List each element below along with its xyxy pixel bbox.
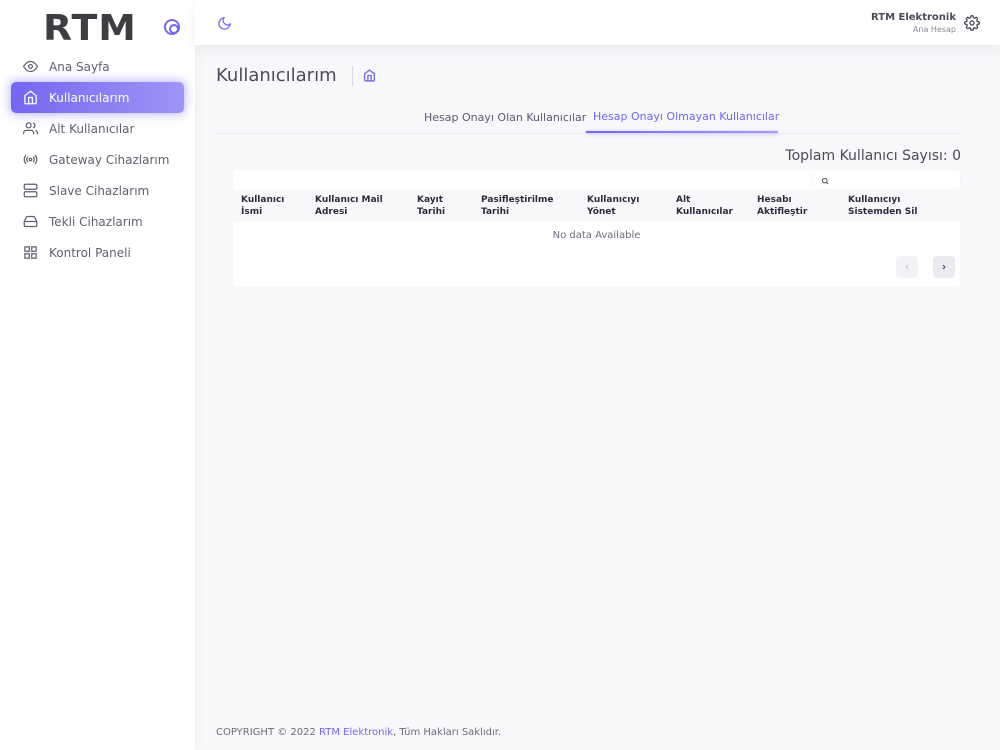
sidebar-nav: Ana Sayfa Kullanıcılarım Alt Kullanıcıla… (11, 51, 184, 268)
search-input[interactable] (812, 172, 960, 189)
footer: COPYRIGHT © 2022 RTM Elektronik, Tüm Hak… (216, 727, 501, 738)
top-navbar: RTM Elektronik Ana Hesap (195, 0, 1000, 45)
tab-unapproved-users[interactable]: Hesap Onayı Olmayan Kullanıcılar (586, 110, 786, 140)
eye-icon (23, 60, 38, 73)
total-user-count: Toplam Kullanıcı Sayısı: 0 (785, 148, 961, 164)
home-icon (24, 90, 37, 105)
sidebar-item-label: Ana Sayfa (49, 59, 110, 74)
pagination-next-button[interactable] (933, 256, 955, 278)
sidebar-item-ana-sayfa[interactable]: Ana Sayfa (11, 51, 184, 82)
active-tab-indicator (586, 131, 778, 133)
column-header[interactable]: Alt Kullanıcılar (676, 194, 741, 218)
column-header[interactable]: Kullanıcıyı Sistemden Sil (848, 194, 956, 218)
footer-brand-link[interactable]: RTM Elektronik (319, 727, 393, 738)
chevron-left-icon (905, 264, 909, 270)
sidebar-item-tekli[interactable]: Tekli Cihazlarım (11, 206, 184, 237)
search-icon (821, 177, 829, 185)
broadcast-icon (23, 154, 38, 165)
sidebar-item-slave[interactable]: Slave Cihazlarım (11, 175, 184, 206)
user-role: Ana Hesap (912, 25, 956, 34)
column-header[interactable]: Kullanıcı Mail Adresi (315, 194, 400, 218)
pagination-prev-button[interactable] (896, 256, 918, 278)
server-icon (23, 183, 38, 198)
brand-logo[interactable]: RTM (43, 8, 137, 49)
sidebar-item-label: Slave Cihazlarım (49, 183, 150, 198)
table-header: Kullanıcı İsmi Kullanıcı Mail Adresi Kay… (233, 190, 960, 222)
column-header[interactable]: Hesabı Aktifleştir (757, 194, 822, 218)
moon-icon[interactable] (217, 16, 232, 31)
sidebar-item-label: Kontrol Paneli (49, 245, 131, 260)
column-header[interactable]: Kullanıcı İsmi (241, 194, 301, 218)
grid-icon (24, 246, 37, 259)
sidebar-item-label: Gateway Cihazlarım (49, 152, 170, 167)
user-tabs: Hesap Onayı Olan Kullanıcılar Hesap Onay… (216, 104, 961, 134)
gear-icon[interactable] (964, 15, 980, 31)
sidebar-toggle-icon[interactable] (164, 19, 180, 35)
sidebar-item-kontrol-paneli[interactable]: Kontrol Paneli (11, 237, 184, 268)
sidebar-item-label: Kullanıcılarım (49, 90, 130, 105)
page-title: Kullanıcılarım (216, 65, 337, 86)
sidebar-item-label: Alt Kullanıcılar (49, 121, 135, 136)
footer-copyright: COPYRIGHT © 2022 (216, 727, 320, 738)
footer-rights: , Tüm Hakları Saklıdır. (393, 727, 502, 738)
sidebar-item-kullanicilarim[interactable]: Kullanıcılarım (11, 82, 184, 113)
chevron-right-icon (942, 264, 946, 270)
users-table: Kullanıcı İsmi Kullanıcı Mail Adresi Kay… (233, 170, 960, 287)
hard-drive-icon (23, 215, 38, 228)
column-header[interactable]: Kayıt Tarihi (417, 194, 462, 218)
column-header[interactable]: Pasifleştirilme Tarihi (481, 194, 566, 218)
sidebar-item-gateway[interactable]: Gateway Cihazlarım (11, 144, 184, 175)
tab-approved-users[interactable]: Hesap Onayı Olan Kullanıcılar (424, 111, 586, 141)
breadcrumb-divider (352, 66, 353, 86)
sidebar: RTM Ana Sayfa Kullanıcılarım Alt Kullanı… (0, 0, 195, 750)
column-header[interactable]: Kullanıcıyı Yönet (587, 194, 652, 218)
empty-state-text: No data Available (552, 230, 641, 241)
users-icon (23, 122, 38, 135)
sidebar-item-label: Tekli Cihazlarım (49, 214, 143, 229)
sidebar-item-alt-kullanicilar[interactable]: Alt Kullanıcılar (11, 113, 184, 144)
breadcrumb-home-icon[interactable] (363, 69, 376, 82)
user-name[interactable]: RTM Elektronik (871, 12, 956, 23)
